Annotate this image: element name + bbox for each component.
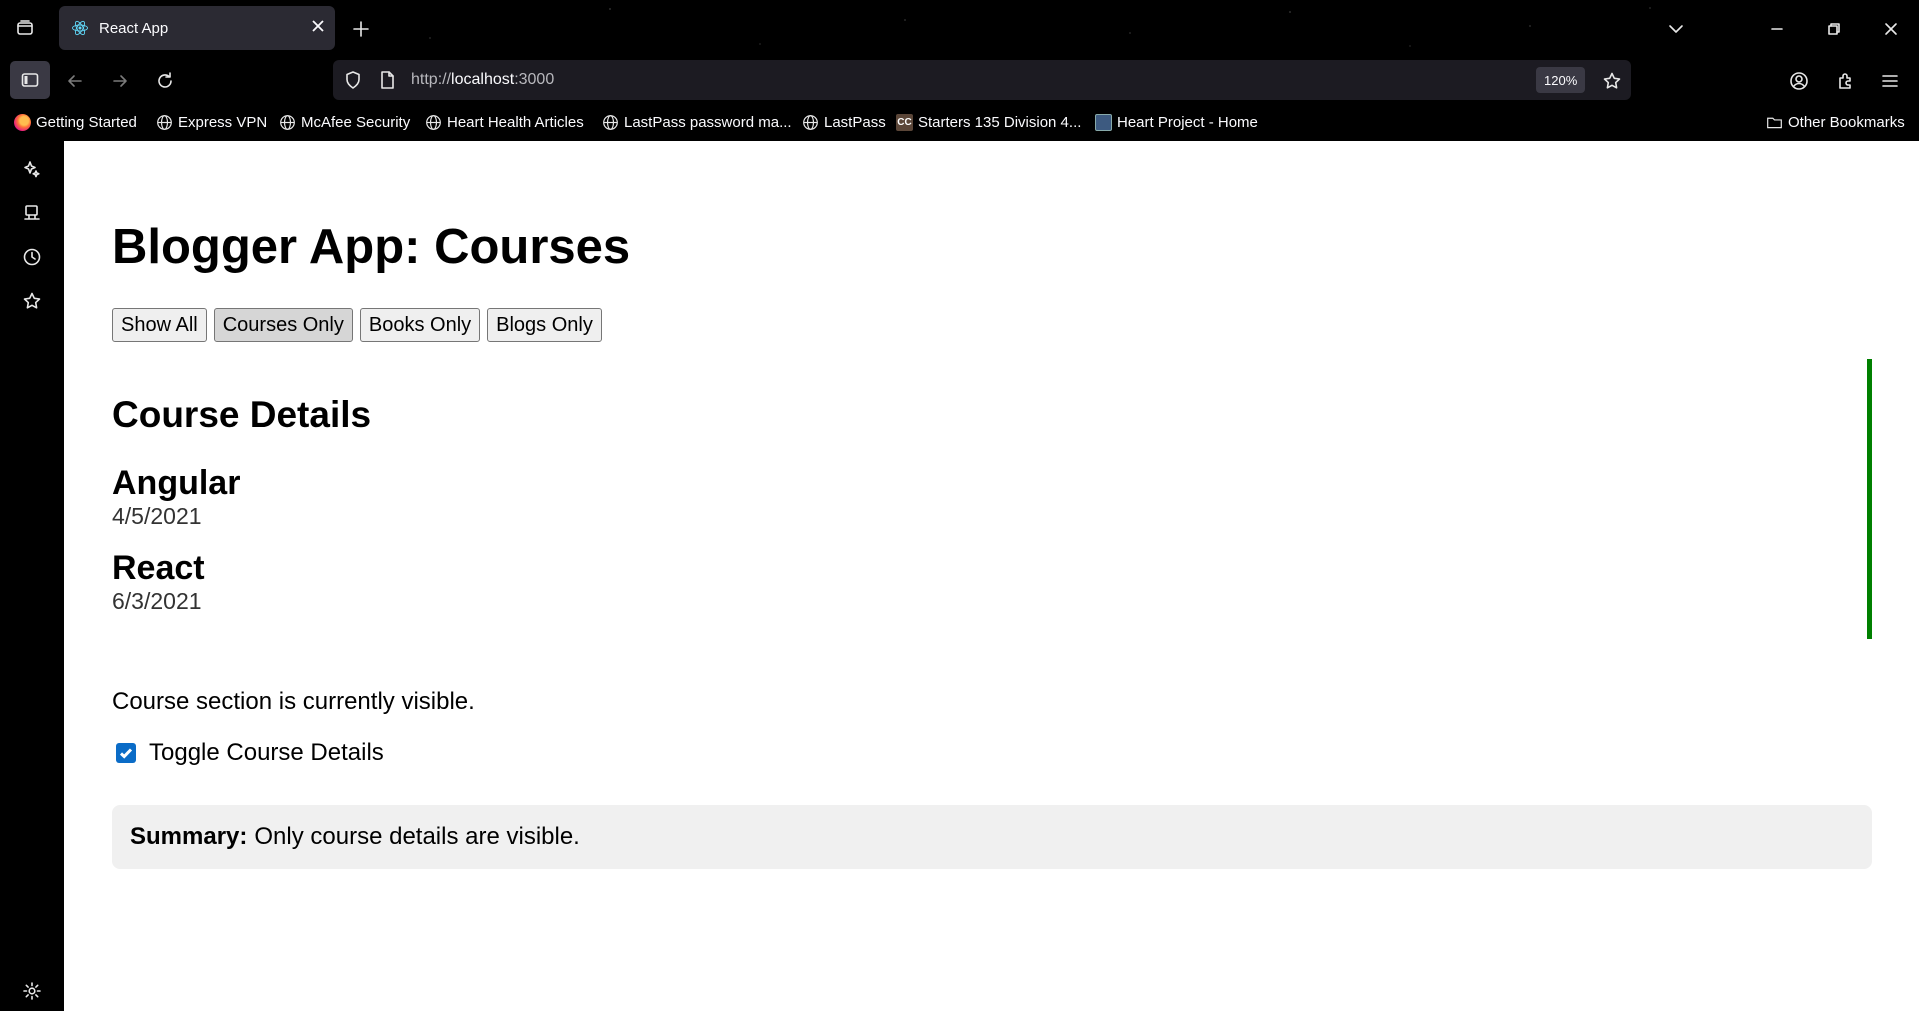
terminal-icon bbox=[1095, 114, 1112, 131]
close-window-icon[interactable] bbox=[1878, 16, 1904, 42]
filter-button-group: Show All Courses Only Books Only Blogs O… bbox=[112, 308, 602, 342]
show-all-button[interactable]: Show All bbox=[112, 308, 207, 342]
close-tab-icon[interactable] bbox=[311, 19, 325, 37]
summary-label: Summary: bbox=[130, 823, 248, 850]
minimize-window-icon[interactable] bbox=[1764, 16, 1790, 42]
globe-icon bbox=[280, 115, 295, 130]
forward-arrow-icon[interactable] bbox=[106, 67, 134, 95]
other-bookmarks[interactable]: Other Bookmarks bbox=[1766, 114, 1905, 131]
globe-icon bbox=[603, 115, 618, 130]
globe-icon bbox=[803, 115, 818, 130]
url-text[interactable]: http://localhost:3000 bbox=[411, 71, 554, 89]
address-bar[interactable]: http://localhost:3000 bbox=[333, 60, 1631, 100]
summary-box: Summary: Only course details are visible… bbox=[112, 805, 1872, 869]
folder-icon bbox=[1767, 117, 1782, 129]
extensions-puzzle-icon[interactable] bbox=[1832, 67, 1860, 95]
react-logo-icon bbox=[72, 20, 88, 36]
reload-icon[interactable] bbox=[151, 67, 179, 95]
back-arrow-icon[interactable] bbox=[61, 67, 89, 95]
page-title: Blogger App: Courses bbox=[112, 220, 631, 274]
toggle-course-details-checkbox[interactable] bbox=[116, 743, 136, 763]
restore-window-icon[interactable] bbox=[1821, 16, 1847, 42]
tracking-protection-shield-icon[interactable] bbox=[342, 69, 364, 91]
bookmark-starters-135[interactable]: CC Starters 135 Division 4... bbox=[896, 114, 1081, 131]
course-visibility-status: Course section is currently visible. bbox=[112, 688, 475, 715]
toggle-course-details[interactable]: Toggle Course Details bbox=[116, 739, 384, 767]
sidebar-toggle-icon[interactable] bbox=[10, 61, 50, 99]
list-all-tabs-chevron-icon[interactable] bbox=[1663, 16, 1689, 42]
bookmark-heart-health-articles[interactable]: Heart Health Articles bbox=[425, 114, 584, 131]
checkmark-icon bbox=[119, 748, 133, 759]
browser-tab-active[interactable]: React App bbox=[59, 6, 335, 50]
new-tab-icon[interactable] bbox=[348, 16, 374, 42]
synced-tabs-icon[interactable] bbox=[18, 199, 46, 227]
globe-icon bbox=[157, 115, 172, 130]
books-only-button[interactable]: Books Only bbox=[359, 308, 481, 342]
firefox-icon bbox=[14, 114, 31, 131]
bookmark-express-vpn[interactable]: Express VPN bbox=[156, 114, 267, 131]
course-date: 6/3/2021 bbox=[112, 588, 202, 614]
course-details-section: Course Details Angular 4/5/2021 React 6/… bbox=[112, 359, 1872, 639]
hamburger-menu-icon[interactable] bbox=[1876, 67, 1904, 95]
course-name: React bbox=[112, 549, 205, 587]
tab-overview-icon[interactable] bbox=[12, 17, 38, 39]
course-item: Angular 4/5/2021 bbox=[112, 463, 240, 529]
page-info-icon[interactable] bbox=[376, 69, 398, 91]
account-icon[interactable] bbox=[1785, 67, 1813, 95]
bookmark-mcafee-security[interactable]: McAfee Security bbox=[279, 114, 410, 131]
courses-only-button[interactable]: Courses Only bbox=[213, 308, 353, 342]
course-date: 4/5/2021 bbox=[112, 503, 202, 529]
blogs-only-button[interactable]: Blogs Only bbox=[487, 308, 602, 342]
zoom-level-badge[interactable]: 120% bbox=[1536, 67, 1586, 93]
customize-sidebar-gear-icon[interactable] bbox=[18, 977, 46, 1005]
bookmark-lastpass[interactable]: LastPass bbox=[802, 114, 886, 131]
bookmark-star-icon[interactable] bbox=[1598, 67, 1626, 95]
page-viewport: Blogger App: Courses Show All Courses On… bbox=[64, 141, 1919, 1011]
bookmark-lastpass-password-manager[interactable]: LastPass password ma... bbox=[602, 114, 792, 131]
course-item: React 6/3/2021 bbox=[112, 548, 205, 614]
ai-chatbot-sparkle-icon[interactable] bbox=[18, 155, 46, 183]
history-clock-icon[interactable] bbox=[18, 243, 46, 271]
course-details-heading: Course Details bbox=[112, 394, 372, 435]
bookmark-heart-project-home[interactable]: Heart Project - Home bbox=[1095, 114, 1258, 131]
tab-title: React App bbox=[99, 19, 169, 37]
codechef-icon: CC bbox=[896, 114, 913, 131]
browser-sidebar bbox=[0, 141, 64, 1011]
course-name: Angular bbox=[112, 464, 241, 502]
toggle-course-details-label: Toggle Course Details bbox=[149, 739, 384, 766]
summary-text: Only course details are visible. bbox=[254, 823, 580, 850]
bookmarks-star-icon[interactable] bbox=[18, 287, 46, 315]
bookmark-getting-started[interactable]: Getting Started bbox=[14, 114, 137, 131]
globe-icon bbox=[426, 115, 441, 130]
